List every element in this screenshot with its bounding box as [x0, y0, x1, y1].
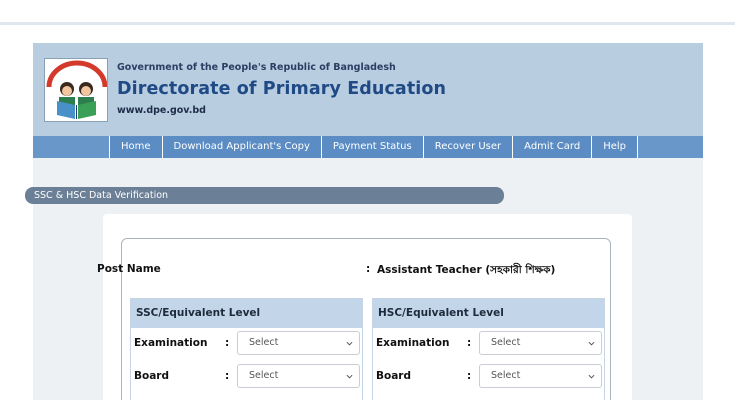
- site-url[interactable]: www.dpe.gov.bd: [117, 105, 206, 116]
- hsc-examination-label: Examination: [376, 337, 450, 349]
- top-strip: [0, 0, 735, 25]
- chevron-down-icon: [346, 374, 353, 379]
- ssc-examination-label: Examination: [134, 337, 208, 349]
- hsc-board-label: Board: [376, 370, 411, 382]
- hsc-examination-select[interactable]: Select: [479, 331, 602, 355]
- chevron-down-icon: [346, 341, 353, 346]
- main-nav: Home Download Applicant's Copy Payment S…: [109, 136, 638, 158]
- chevron-down-icon: [588, 374, 595, 379]
- dpe-logo[interactable]: [44, 58, 108, 122]
- ssc-board-value: Select: [249, 370, 279, 381]
- ssc-examination-colon: :: [225, 337, 230, 349]
- government-name: Government of the People's Republic of B…: [117, 62, 396, 73]
- hsc-board-row: Board : Select: [373, 361, 604, 394]
- hsc-examination-row: Examination : Select: [373, 328, 604, 361]
- nav-recover-user[interactable]: Recover User: [423, 136, 514, 158]
- ssc-heading: SSC/Equivalent Level: [131, 299, 362, 328]
- ssc-board-select[interactable]: Select: [237, 364, 360, 388]
- hsc-board-colon: :: [467, 370, 472, 382]
- fieldset-legend: SSC & HSC Data Verification: [25, 187, 504, 204]
- hsc-board-select[interactable]: Select: [479, 364, 602, 388]
- ssc-board-row: Board : Select: [131, 361, 362, 394]
- post-name-colon: :: [366, 263, 371, 275]
- ssc-panel: SSC/Equivalent Level Examination : Selec…: [130, 298, 363, 400]
- ssc-examination-row: Examination : Select: [131, 328, 362, 361]
- nav-admit-card[interactable]: Admit Card: [513, 136, 593, 158]
- post-name-label: Post Name: [97, 263, 161, 275]
- site-header: Government of the People's Republic of B…: [33, 43, 703, 136]
- hsc-examination-value: Select: [491, 337, 521, 348]
- nav-bar: Home Download Applicant's Copy Payment S…: [33, 136, 703, 158]
- ssc-examination-value: Select: [249, 337, 279, 348]
- post-name-value: Assistant Teacher (সহকারী শিক্ষক): [377, 264, 556, 276]
- nav-download-applicant-copy[interactable]: Download Applicant's Copy: [162, 136, 322, 158]
- nav-help[interactable]: Help: [592, 136, 638, 158]
- site-title: Directorate of Primary Education: [117, 79, 447, 99]
- hsc-board-value: Select: [491, 370, 521, 381]
- hsc-examination-colon: :: [467, 337, 472, 349]
- nav-payment-status[interactable]: Payment Status: [321, 136, 424, 158]
- ssc-board-label: Board: [134, 370, 169, 382]
- chevron-down-icon: [588, 341, 595, 346]
- ssc-examination-select[interactable]: Select: [237, 331, 360, 355]
- nav-home[interactable]: Home: [110, 136, 163, 158]
- ssc-board-colon: :: [225, 370, 230, 382]
- hsc-heading: HSC/Equivalent Level: [373, 299, 604, 328]
- hsc-panel: HSC/Equivalent Level Examination : Selec…: [372, 298, 605, 400]
